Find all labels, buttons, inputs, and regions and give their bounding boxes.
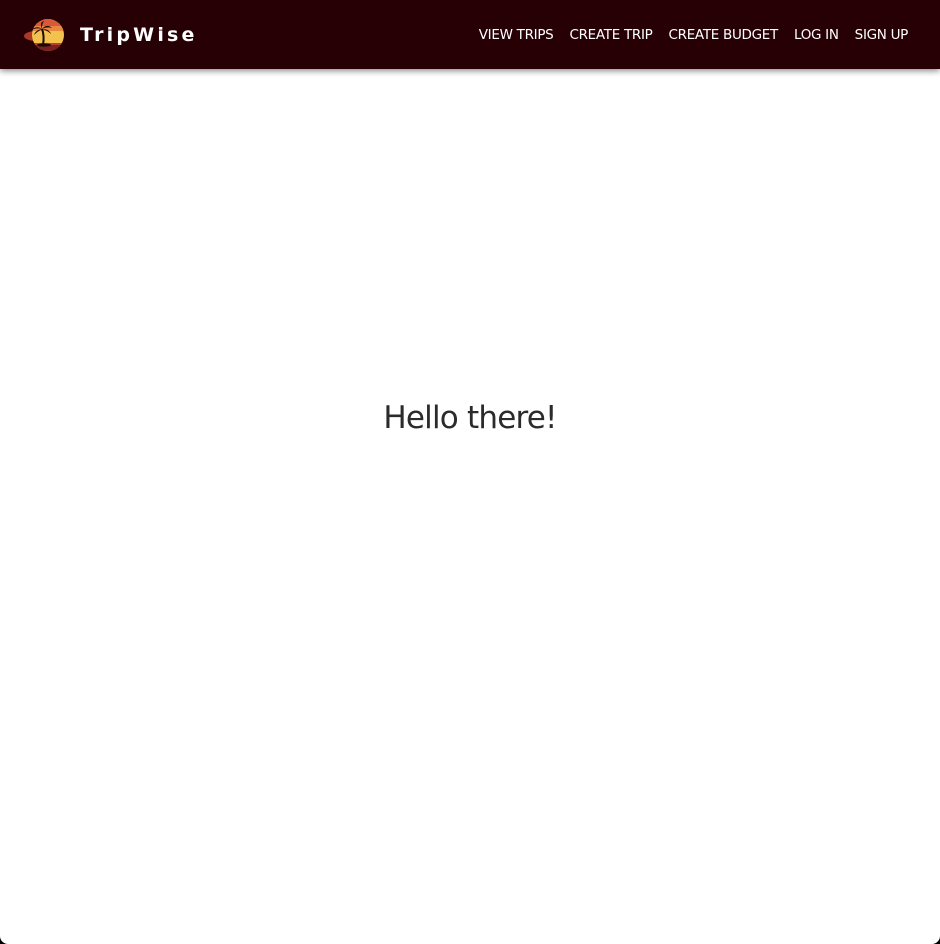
nav-create-budget-link[interactable]: CREATE BUDGET bbox=[669, 27, 779, 43]
top-navbar: TripWise VIEW TRIPS CREATE TRIP CREATE B… bbox=[0, 0, 940, 69]
nav-sign-up-link[interactable]: SIGN UP bbox=[855, 27, 909, 43]
palm-sunset-logo-icon bbox=[24, 18, 64, 51]
brand-home-link[interactable]: TripWise bbox=[22, 17, 198, 53]
nav-create-trip-link[interactable]: CREATE TRIP bbox=[569, 27, 652, 43]
brand-name: TripWise bbox=[80, 23, 198, 46]
page: TripWise VIEW TRIPS CREATE TRIP CREATE B… bbox=[0, 0, 940, 944]
nav-links: VIEW TRIPS CREATE TRIP CREATE BUDGET LOG… bbox=[479, 27, 909, 43]
nav-log-in-link[interactable]: LOG IN bbox=[794, 27, 839, 43]
nav-view-trips-link[interactable]: VIEW TRIPS bbox=[479, 27, 554, 43]
greeting-heading: Hello there! bbox=[383, 400, 557, 436]
